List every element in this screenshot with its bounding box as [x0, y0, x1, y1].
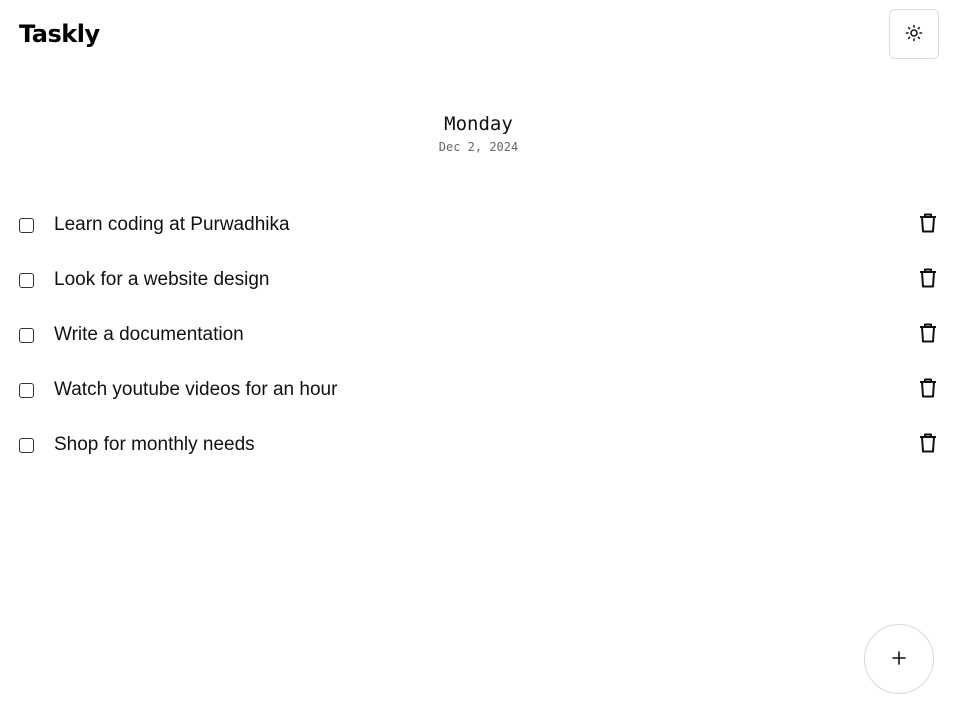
theme-toggle-button[interactable] — [889, 9, 939, 59]
trash-icon — [919, 433, 937, 458]
task-item: Shop for monthly needs — [0, 418, 957, 473]
task-checkbox[interactable] — [19, 273, 34, 288]
delete-task-button[interactable] — [917, 433, 939, 458]
task-label: Learn coding at Purwadhika — [54, 214, 290, 235]
trash-icon — [919, 268, 937, 293]
task-item: Write a documentation — [0, 308, 957, 363]
header: Taskly — [0, 0, 957, 68]
delete-task-button[interactable] — [917, 378, 939, 403]
sun-icon — [905, 24, 923, 45]
task-label: Write a documentation — [54, 324, 244, 345]
day-name: Monday — [444, 113, 513, 135]
day-heading: Monday Dec 2, 2024 — [0, 112, 957, 155]
task-list: Learn coding at Purwadhika Look for a we… — [0, 198, 957, 473]
trash-icon — [919, 213, 937, 238]
task-item: Learn coding at Purwadhika — [0, 198, 957, 253]
task-checkbox[interactable] — [19, 438, 34, 453]
day-date: Dec 2, 2024 — [438, 140, 519, 154]
trash-icon — [919, 378, 937, 403]
delete-task-button[interactable] — [917, 323, 939, 348]
task-checkbox[interactable] — [19, 383, 34, 398]
task-label: Shop for monthly needs — [54, 434, 255, 455]
trash-icon — [919, 323, 937, 348]
add-task-button[interactable] — [864, 624, 934, 694]
task-label: Watch youtube videos for an hour — [54, 379, 338, 400]
delete-task-button[interactable] — [917, 268, 939, 293]
app-root: Taskly Monday Dec 2, 2024 Learn coding a… — [0, 0, 957, 718]
delete-task-button[interactable] — [917, 213, 939, 238]
app-logo: Taskly — [19, 20, 100, 48]
task-label: Look for a website design — [54, 269, 270, 290]
task-item: Look for a website design — [0, 253, 957, 308]
task-item: Watch youtube videos for an hour — [0, 363, 957, 418]
task-checkbox[interactable] — [19, 328, 34, 343]
plus-icon — [891, 650, 907, 669]
task-checkbox[interactable] — [19, 218, 34, 233]
